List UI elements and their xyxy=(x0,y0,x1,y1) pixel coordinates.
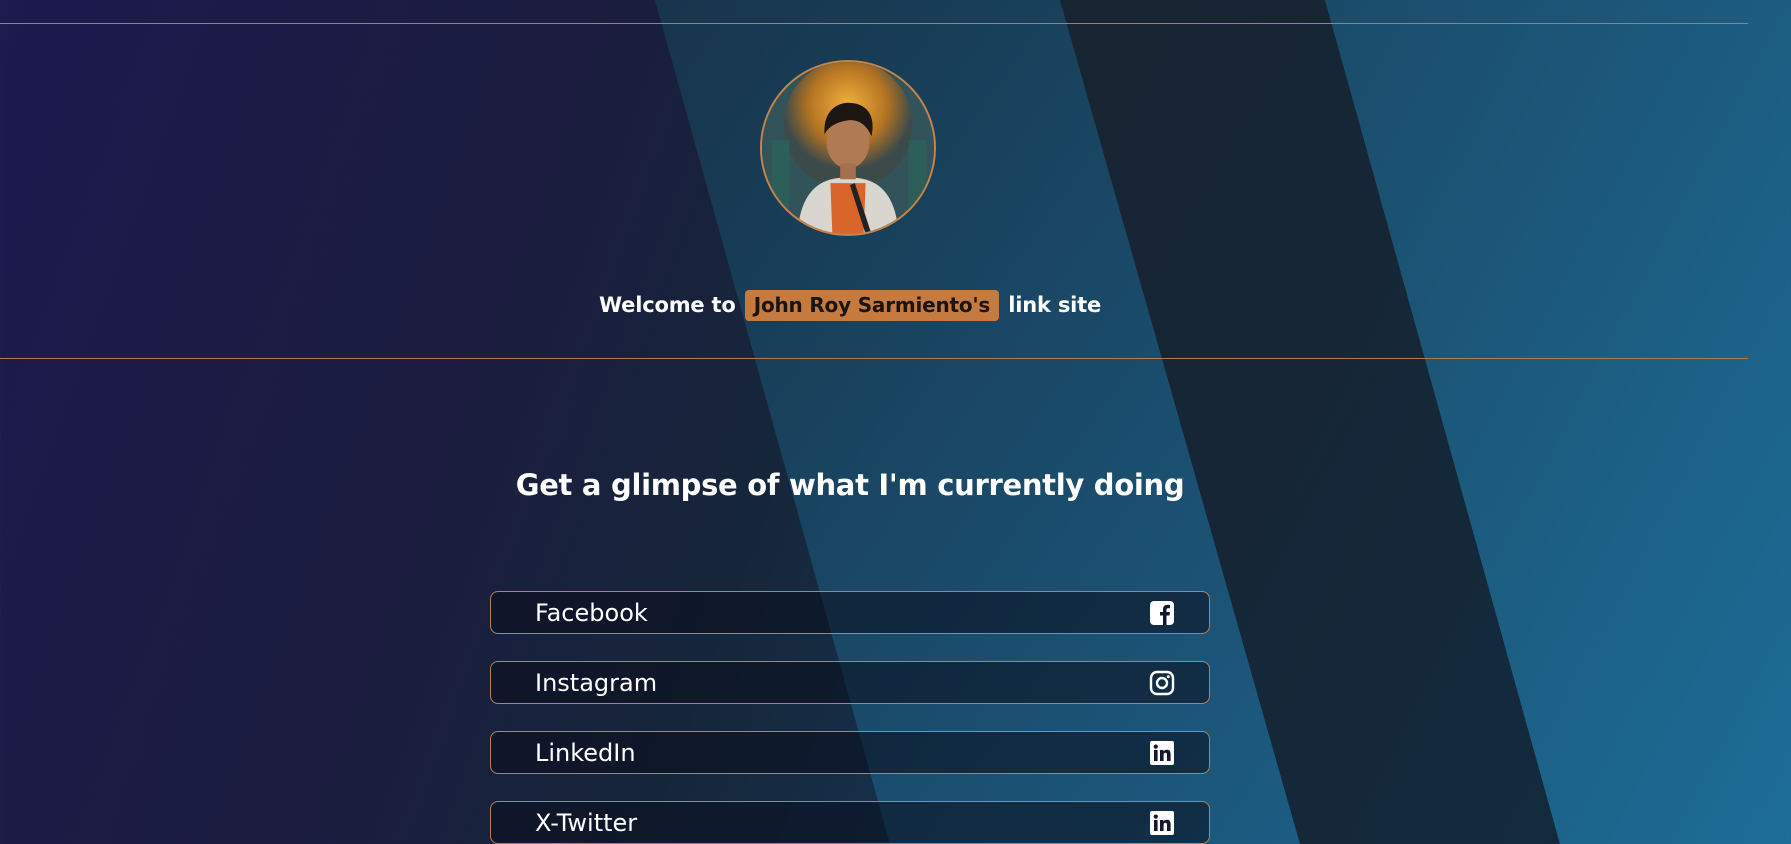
link-label: X-Twitter xyxy=(535,808,638,837)
x-twitter-link[interactable]: X-Twitter xyxy=(490,801,1210,844)
section-subtitle: Get a glimpse of what I'm currently doin… xyxy=(515,468,1185,502)
facebook-icon xyxy=(1149,600,1175,626)
top-divider xyxy=(0,23,1748,24)
instagram-icon xyxy=(1149,670,1175,696)
link-list: Facebook Instagram LinkedIn X-Twitter xyxy=(490,591,1210,844)
linkedin-icon xyxy=(1149,740,1175,766)
facebook-link[interactable]: Facebook xyxy=(490,591,1210,634)
welcome-prefix: Welcome to xyxy=(598,293,736,317)
owner-name-badge: John Roy Sarmiento's xyxy=(744,290,1000,321)
link-label: Instagram xyxy=(535,668,658,697)
linkedin-link[interactable]: LinkedIn xyxy=(490,731,1210,774)
avatar xyxy=(760,60,936,236)
profile-photo xyxy=(762,62,934,234)
link-label: LinkedIn xyxy=(535,738,636,767)
link-label: Facebook xyxy=(535,598,648,627)
middle-divider xyxy=(0,358,1748,359)
page: Welcome to John Roy Sarmiento's link sit… xyxy=(0,0,1791,844)
welcome-suffix: link site xyxy=(1008,293,1102,317)
linkedin-icon xyxy=(1149,810,1175,836)
instagram-link[interactable]: Instagram xyxy=(490,661,1210,704)
welcome-heading: Welcome to John Roy Sarmiento's link sit… xyxy=(0,290,1700,321)
